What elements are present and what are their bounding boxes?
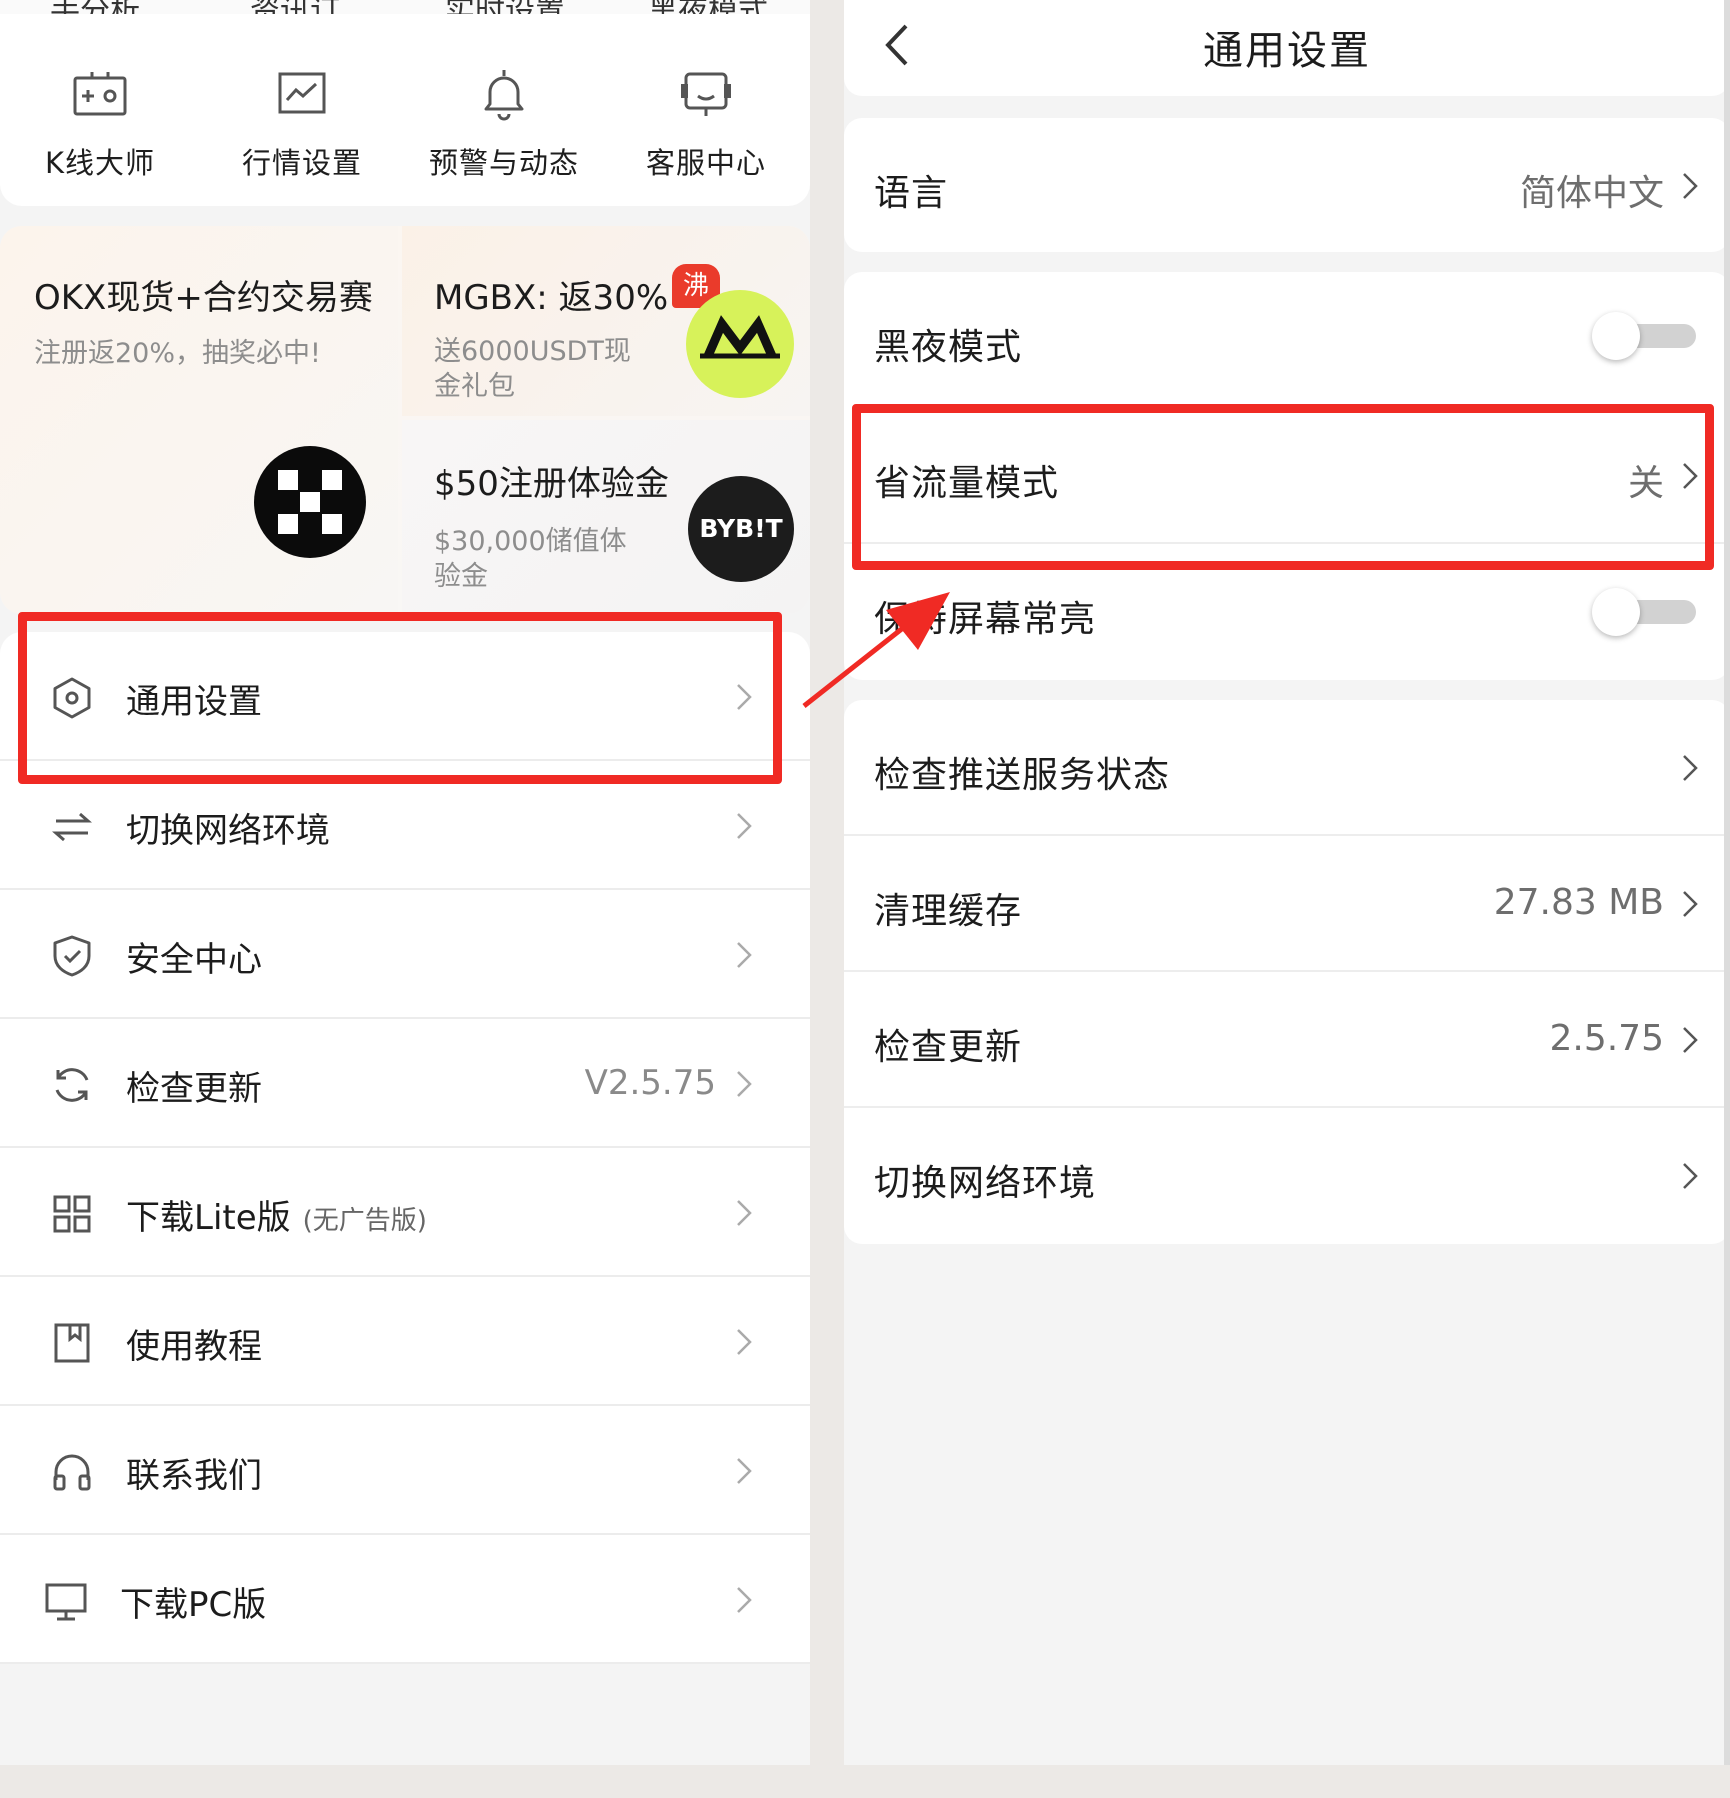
promo-banner: OKX现货+合约交易赛 注册返20%，抽奖必中! MGBX: 返30% 沸 送6… xyxy=(0,226,810,614)
chevron-right-icon xyxy=(1683,1027,1698,1053)
chevron-right-icon xyxy=(737,942,752,968)
quick-label: 行情设置 xyxy=(241,146,362,180)
mgbx-logo-icon xyxy=(686,290,794,398)
cut-label: 黑夜模式 xyxy=(648,0,768,14)
monitor-icon xyxy=(45,1583,87,1621)
row-switch-network[interactable]: 切换网络环境 xyxy=(844,1108,1730,1244)
okx-logo-icon xyxy=(254,446,366,558)
chevron-right-icon xyxy=(737,1200,752,1226)
menu-label: 下载PC版 xyxy=(120,1585,267,1625)
chevron-right-icon xyxy=(737,1329,752,1355)
language-value: 简体中文 xyxy=(1519,173,1664,214)
chart-icon xyxy=(278,72,326,114)
row-label: 检查更新 xyxy=(874,1027,1023,1068)
kline-icon xyxy=(73,72,127,116)
menu-label-main: 下载Lite版 xyxy=(126,1198,291,1238)
toggle-knob xyxy=(1592,312,1640,360)
promo-subtitle: 验金 xyxy=(434,561,488,592)
menu-tutorial[interactable]: 使用教程 xyxy=(0,1277,810,1406)
dark-mode-toggle[interactable] xyxy=(1592,312,1696,360)
settings-menu: 通用设置 切换网络环境 安全中心 检查更新 V2.5.75 下载Lite版 (无… xyxy=(0,632,810,1664)
row-label: 黑夜模式 xyxy=(874,327,1023,368)
right-panel: 通用设置 语言 简体中文 黑夜模式 省流量模式 关 保持屏幕常亮 检查推送服务状… xyxy=(844,0,1730,1765)
menu-label-sub: (无广告版) xyxy=(302,1206,427,1236)
menu-label: 安全中心 xyxy=(126,940,262,980)
chevron-right-icon xyxy=(1683,891,1698,917)
promo-title: $50注册体验金 xyxy=(434,464,669,504)
promo-subtitle: 注册返20%，抽奖必中! xyxy=(34,338,321,369)
annotation-box-data-saver xyxy=(852,404,1714,570)
page-title: 通用设置 xyxy=(1203,28,1371,74)
row-label: 切换网络环境 xyxy=(874,1163,1097,1204)
cache-size-value: 27.83 MB xyxy=(1493,882,1664,923)
quick-label: 客服中心 xyxy=(645,146,766,180)
menu-download-lite[interactable]: 下载Lite版 (无广告版) xyxy=(0,1148,810,1277)
chevron-right-icon xyxy=(1683,755,1698,781)
menu-label: 使用教程 xyxy=(126,1327,262,1367)
quick-support[interactable]: 客服中心 xyxy=(606,64,806,182)
swap-icon xyxy=(52,812,92,842)
promo-bybit[interactable]: $50注册体验金 $30,000储值体 验金 BYB!T xyxy=(402,420,810,614)
refresh-icon xyxy=(55,1068,89,1102)
shield-icon xyxy=(53,935,91,977)
nav-header: 通用设置 xyxy=(844,0,1730,96)
version-value: V2.5.75 xyxy=(584,1063,716,1103)
row-language[interactable]: 语言 简体中文 xyxy=(844,118,1730,252)
cut-label: 手分析 xyxy=(50,0,140,14)
menu-check-update[interactable]: 检查更新 V2.5.75 xyxy=(0,1019,810,1148)
chevron-right-icon xyxy=(737,813,752,839)
headset-icon xyxy=(53,1454,91,1491)
row-label: 语言 xyxy=(874,173,949,214)
annotation-arrow-icon xyxy=(802,592,950,708)
menu-label: 下载Lite版 (无广告版) xyxy=(126,1190,427,1239)
row-label: 检查推送服务状态 xyxy=(874,755,1171,796)
annotation-box-general-settings xyxy=(18,612,782,784)
row-push-status[interactable]: 检查推送服务状态 xyxy=(844,700,1730,836)
row-dark-mode: 黑夜模式 xyxy=(844,272,1730,408)
menu-label: 联系我们 xyxy=(126,1456,262,1496)
chevron-right-icon xyxy=(1683,173,1698,199)
version-value: 2.5.75 xyxy=(1549,1018,1664,1059)
row-check-update[interactable]: 检查更新 2.5.75 xyxy=(844,972,1730,1108)
menu-label: 切换网络环境 xyxy=(126,811,330,851)
promo-subtitle: $30,000储值体 xyxy=(434,526,627,557)
menu-download-pc[interactable]: 下载PC版 xyxy=(0,1535,810,1664)
row-clear-cache[interactable]: 清理缓存 27.83 MB xyxy=(844,836,1730,972)
edge-strip xyxy=(1724,0,1730,1765)
chevron-right-icon xyxy=(737,1587,752,1613)
cut-off-top-labels: 手分析 资讯订 实时设置 黑夜模式 xyxy=(0,0,810,14)
menu-security-center[interactable]: 安全中心 xyxy=(0,890,810,1019)
chevron-right-icon xyxy=(737,1458,752,1484)
bybit-logo: BYB!T xyxy=(688,476,794,582)
promo-subtitle: 送6000USDT现 xyxy=(434,336,631,367)
cut-label: 实时设置 xyxy=(445,0,565,14)
keep-screen-on-toggle[interactable] xyxy=(1592,588,1696,636)
grid-icon xyxy=(53,1195,91,1233)
quick-label: 预警与动态 xyxy=(428,146,579,180)
menu-label: 检查更新 xyxy=(126,1069,262,1109)
chevron-right-icon xyxy=(1683,1163,1698,1189)
promo-mgbx[interactable]: MGBX: 返30% 沸 送6000USDT现 金礼包 xyxy=(402,226,810,416)
book-icon xyxy=(54,1323,90,1363)
promo-subtitle: 金礼包 xyxy=(434,371,515,402)
settings-group-language: 语言 简体中文 xyxy=(844,118,1730,252)
cut-label: 资讯订 xyxy=(250,0,340,14)
toggle-knob xyxy=(1592,588,1640,636)
quick-kline-master[interactable]: K线大师 xyxy=(0,64,200,182)
left-panel: 手分析 资讯订 实时设置 黑夜模式 K线大师 行情设置 xyxy=(0,0,810,1765)
divider xyxy=(0,1662,810,1664)
quick-label: K线大师 xyxy=(44,146,156,180)
promo-okx[interactable]: OKX现货+合约交易赛 注册返20%，抽奖必中! xyxy=(0,226,398,614)
bell-icon xyxy=(484,70,524,121)
quick-market-settings[interactable]: 行情设置 xyxy=(202,64,402,182)
quick-actions: K线大师 行情设置 预警与动态 客服中心 xyxy=(0,14,810,206)
row-label: 清理缓存 xyxy=(874,891,1023,932)
settings-group-system: 检查推送服务状态 清理缓存 27.83 MB 检查更新 2.5.75 切换网络环… xyxy=(844,700,1730,1244)
promo-title: MGBX: 返30% xyxy=(434,278,669,318)
promo-title: OKX现货+合约交易赛 xyxy=(34,278,373,318)
quick-alerts[interactable]: 预警与动态 xyxy=(404,64,604,182)
support-icon xyxy=(681,72,731,116)
menu-contact-us[interactable]: 联系我们 xyxy=(0,1406,810,1535)
chevron-right-icon xyxy=(737,1071,752,1097)
